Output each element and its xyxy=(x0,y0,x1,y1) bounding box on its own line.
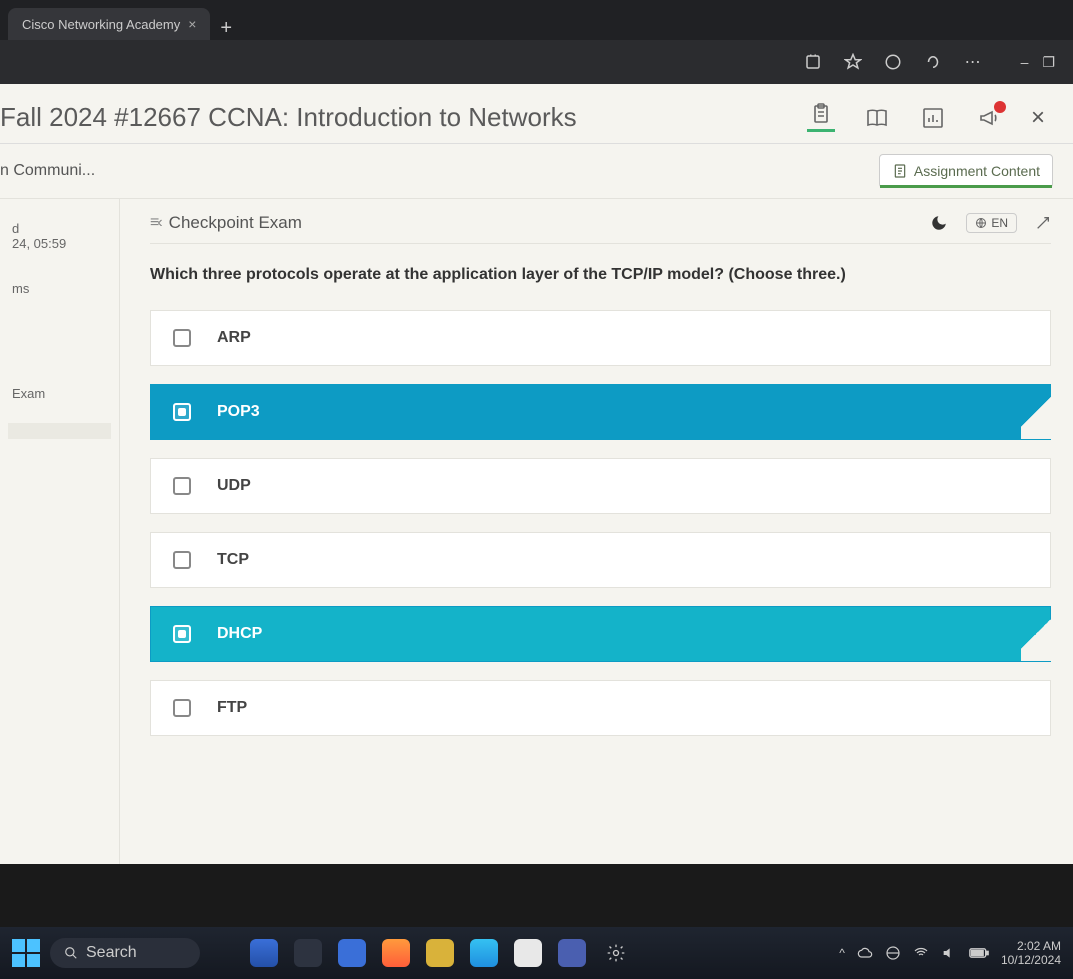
list-icon[interactable]: ≡‹ xyxy=(150,214,161,232)
taskbar-apps xyxy=(210,939,829,967)
chart-icon[interactable] xyxy=(919,104,947,132)
sidebar-item-label: ms xyxy=(12,281,107,296)
exam-title: Checkpoint Exam xyxy=(169,213,931,233)
taskbar-search[interactable]: Search xyxy=(50,938,200,968)
volume-icon[interactable] xyxy=(941,945,957,961)
favorites-icon[interactable] xyxy=(843,52,863,72)
answer-option[interactable]: POP3 xyxy=(150,384,1051,440)
notification-badge xyxy=(994,101,1006,113)
profile-icon[interactable] xyxy=(883,52,903,72)
sub-header: n Communi... Assignment Content xyxy=(0,144,1073,199)
page-content: Fall 2024 #12667 CCNA: Introduction to N… xyxy=(0,84,1073,864)
answer-options: ARP POP3 UDP TCP xyxy=(150,310,1051,736)
close-tab-icon[interactable]: × xyxy=(188,16,196,32)
battery-icon[interactable] xyxy=(969,947,989,959)
search-icon xyxy=(64,946,78,960)
restore-button[interactable]: ❐ xyxy=(1042,54,1055,71)
assignment-content-button[interactable]: Assignment Content xyxy=(879,154,1053,188)
assignment-content-label: Assignment Content xyxy=(914,163,1040,179)
sidebar-item-selected[interactable] xyxy=(8,423,111,439)
taskbar-app[interactable] xyxy=(382,939,410,967)
window-controls: – ❐ xyxy=(1021,54,1055,71)
windows-taskbar: Search ^ xyxy=(0,927,1073,979)
cloud-icon[interactable] xyxy=(857,945,873,961)
checkbox-icon[interactable] xyxy=(173,477,191,495)
option-label: TCP xyxy=(217,551,249,569)
answer-option[interactable]: DHCP xyxy=(150,606,1051,662)
sidebar-item-label: Exam xyxy=(12,386,107,401)
taskbar-app[interactable] xyxy=(558,939,586,967)
course-title: Fall 2024 #12667 CCNA: Introduction to N… xyxy=(0,102,807,133)
language-selector[interactable]: EN xyxy=(966,213,1017,233)
close-panel-icon[interactable]: × xyxy=(1031,104,1045,132)
checkbox-icon[interactable] xyxy=(173,699,191,717)
exam-tools: EN xyxy=(930,213,1051,233)
expand-icon[interactable] xyxy=(1035,215,1051,231)
taskbar-app[interactable] xyxy=(338,939,366,967)
taskbar-app[interactable] xyxy=(514,939,542,967)
globe-icon xyxy=(975,217,987,229)
clock-time: 2:02 AM xyxy=(1001,939,1061,953)
answer-option[interactable]: FTP xyxy=(150,680,1051,736)
taskbar-clock[interactable]: 2:02 AM 10/12/2024 xyxy=(1001,939,1061,968)
taskbar-app[interactable] xyxy=(294,939,322,967)
checkbox-icon[interactable] xyxy=(173,551,191,569)
header-icon-group: × xyxy=(807,104,1051,132)
checkbox-icon[interactable] xyxy=(173,625,191,643)
announcement-icon[interactable] xyxy=(975,104,1003,132)
browser-tab-strip: Cisco Networking Academy × + xyxy=(0,0,1073,40)
browser-tab[interactable]: Cisco Networking Academy × xyxy=(8,8,210,40)
sidebar-item[interactable]: d 24, 05:59 xyxy=(8,213,111,259)
wifi-icon[interactable] xyxy=(913,945,929,961)
extension-icon[interactable] xyxy=(803,52,823,72)
taskbar-app[interactable] xyxy=(250,939,278,967)
page-header: Fall 2024 #12667 CCNA: Introduction to N… xyxy=(0,84,1073,144)
taskbar-app[interactable] xyxy=(470,939,498,967)
answer-option[interactable]: UDP xyxy=(150,458,1051,514)
browser-toolbar: ⋯ – ❐ xyxy=(0,40,1073,84)
clipboard-icon[interactable] xyxy=(807,104,835,132)
sidebar-item-label: d xyxy=(12,221,107,236)
option-label: POP3 xyxy=(217,403,260,421)
taskbar-app[interactable] xyxy=(426,939,454,967)
system-tray: ^ 2:02 AM 10/12/2024 xyxy=(839,939,1061,968)
start-button[interactable] xyxy=(12,939,40,967)
search-placeholder: Search xyxy=(86,944,137,962)
dark-mode-icon[interactable] xyxy=(930,214,948,232)
tray-chevron-icon[interactable]: ^ xyxy=(839,946,845,960)
answer-option[interactable]: TCP xyxy=(150,532,1051,588)
book-icon[interactable] xyxy=(863,104,891,132)
breadcrumb[interactable]: n Communi... xyxy=(0,162,879,180)
answer-option[interactable]: ARP xyxy=(150,310,1051,366)
question-text: Which three protocols operate at the app… xyxy=(150,266,1051,284)
more-icon[interactable]: ⋯ xyxy=(963,52,983,72)
option-label: FTP xyxy=(217,699,247,717)
option-label: DHCP xyxy=(217,625,262,643)
sidebar-item[interactable]: ms xyxy=(8,273,111,304)
settings-icon[interactable] xyxy=(602,939,630,967)
clock-date: 10/12/2024 xyxy=(1001,953,1061,967)
option-label: UDP xyxy=(217,477,251,495)
language-label: EN xyxy=(991,216,1008,230)
document-icon xyxy=(892,163,908,179)
exam-main: ≡‹ Checkpoint Exam EN xyxy=(120,199,1073,864)
tab-title: Cisco Networking Academy xyxy=(22,17,180,32)
checkbox-icon[interactable] xyxy=(173,403,191,421)
sidebar-item[interactable]: Exam xyxy=(8,378,111,409)
exam-header: ≡‹ Checkpoint Exam EN xyxy=(150,213,1051,244)
minimize-button[interactable]: – xyxy=(1021,54,1029,71)
language-tray-icon[interactable] xyxy=(885,945,901,961)
option-label: ARP xyxy=(217,329,251,347)
new-tab-button[interactable]: + xyxy=(210,17,242,40)
copilot-icon[interactable] xyxy=(923,52,943,72)
sidebar-item-time: 24, 05:59 xyxy=(12,236,107,251)
checkbox-icon[interactable] xyxy=(173,329,191,347)
sidebar: d 24, 05:59 ms Exam xyxy=(0,199,120,864)
